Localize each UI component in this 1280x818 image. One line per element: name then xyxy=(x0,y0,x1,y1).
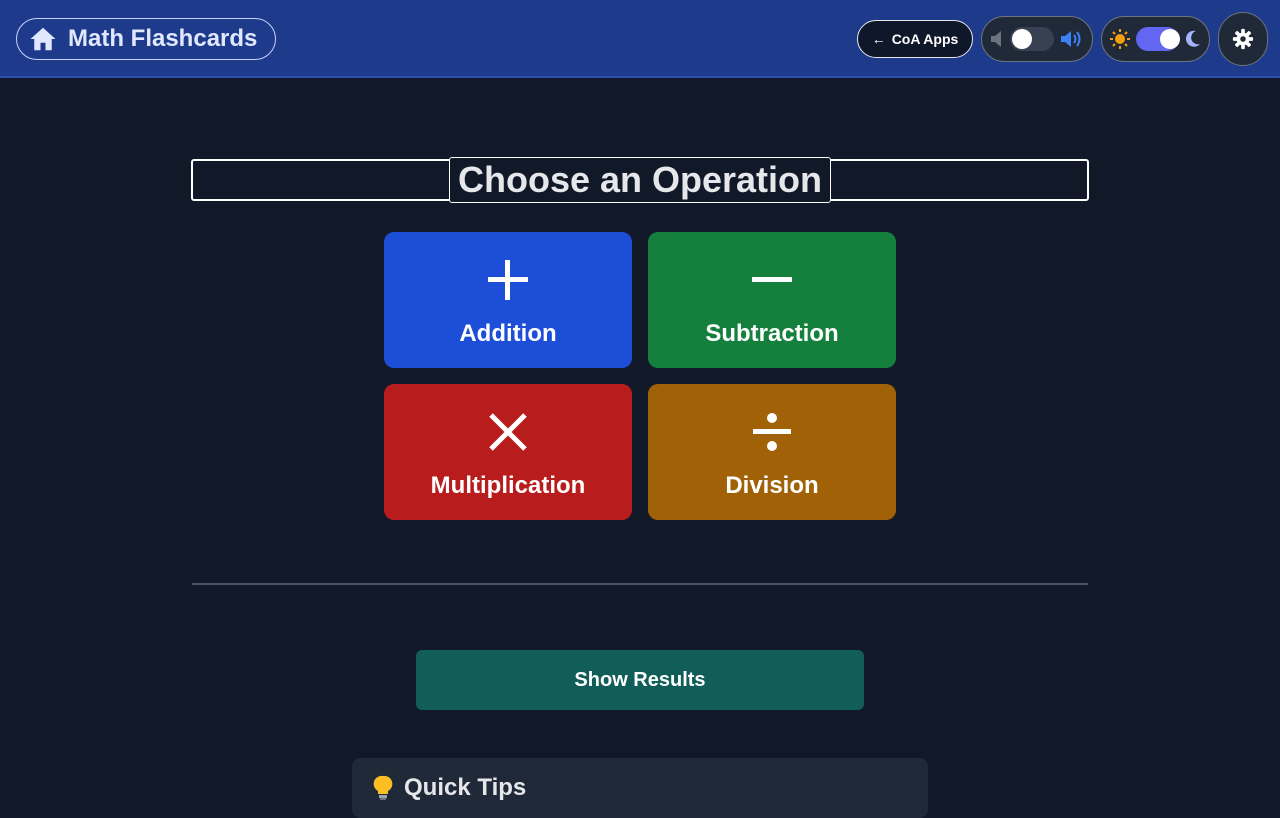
sound-toggle[interactable] xyxy=(1010,27,1054,51)
division-label: Division xyxy=(725,472,819,499)
section-title: Choose an Operation xyxy=(449,157,831,203)
quick-tips-title: Quick Tips xyxy=(404,774,527,801)
multiplication-button[interactable]: Multiplication xyxy=(384,384,632,520)
quick-tips-panel: Quick Tips xyxy=(352,758,928,818)
speaker-muted-icon xyxy=(990,30,1004,48)
addition-label: Addition xyxy=(459,320,557,347)
coa-apps-label: CoA Apps xyxy=(891,31,959,47)
addition-button[interactable]: Addition xyxy=(384,232,632,368)
plus-icon xyxy=(486,254,530,306)
theme-toggle[interactable] xyxy=(1136,27,1180,51)
theme-toggle-knob xyxy=(1160,29,1180,49)
gear-icon xyxy=(1232,28,1254,50)
back-arrow-icon: ← xyxy=(871,31,886,47)
home-icon xyxy=(28,24,68,54)
settings-button[interactable] xyxy=(1218,12,1268,66)
sound-toggle-knob xyxy=(1012,29,1032,49)
moon-icon xyxy=(1185,30,1201,48)
sun-icon xyxy=(1110,29,1130,49)
section-divider xyxy=(192,583,1088,585)
lightbulb-icon xyxy=(372,775,394,801)
coa-apps-button[interactable]: ← CoA Apps xyxy=(857,20,973,58)
show-results-button[interactable]: Show Results xyxy=(416,650,864,710)
theme-control xyxy=(1101,16,1210,62)
times-icon xyxy=(486,406,530,458)
multiplication-label: Multiplication xyxy=(430,472,586,499)
home-button[interactable]: Math Flashcards xyxy=(16,18,276,60)
app-title: Math Flashcards xyxy=(68,25,258,52)
subtraction-label: Subtraction xyxy=(705,320,839,347)
divide-icon xyxy=(750,406,794,458)
division-button[interactable]: Division xyxy=(648,384,896,520)
speaker-loud-icon xyxy=(1060,29,1084,49)
minus-icon xyxy=(750,254,794,306)
subtraction-button[interactable]: Subtraction xyxy=(648,232,896,368)
quick-tips-heading: Quick Tips xyxy=(372,774,526,802)
app-header: Math Flashcards ← CoA Apps xyxy=(0,0,1280,78)
sound-control xyxy=(981,16,1093,62)
